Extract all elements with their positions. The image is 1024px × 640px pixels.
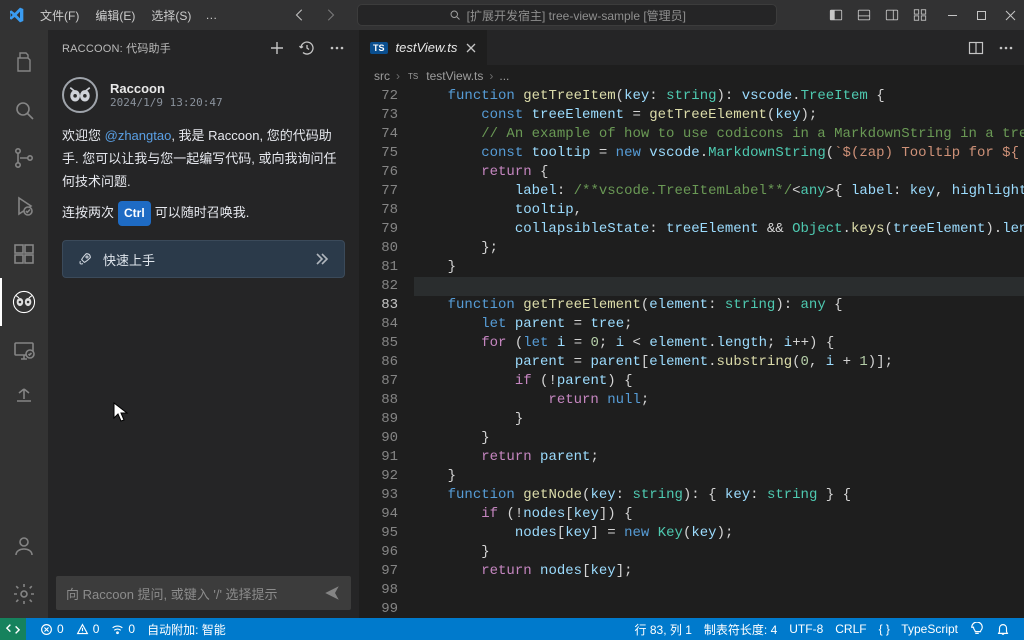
menu-more[interactable]: … [199,4,223,26]
status-lang[interactable]: { } TypeScript [873,621,964,638]
status-attach[interactable]: 自动附加: 智能 [141,621,232,638]
code-lines[interactable]: function getTreeItem(key: string): vscod… [414,87,1024,618]
chat-input[interactable]: 向 Raccoon 提问, 或键入 '/' 选择提示 [56,576,351,610]
sidebar-panel: RACCOON: 代码助手 Raccoon 2024/1/9 13:20:47 … [48,30,360,618]
sidebar-title: RACCOON: 代码助手 [62,40,171,56]
breadcrumb[interactable]: src › TS testView.ts › ... [360,65,1024,87]
layout-panel-icon[interactable] [857,8,871,22]
crumb-file[interactable]: testView.ts [426,69,483,83]
layout-customize-icon[interactable] [913,8,927,22]
kbd-ctrl: Ctrl [118,201,151,226]
command-center-text: [扩展开发宿主] tree-view-sample [管理员] [467,7,686,24]
status-bell-icon[interactable] [990,621,1016,638]
chevron-right-double-icon [314,252,330,266]
code-editor[interactable]: 7273747576777879808182838485868788899091… [360,87,1024,618]
sidebar-header: RACCOON: 代码助手 [48,30,359,65]
crumb-src[interactable]: src [374,69,390,83]
activity-search[interactable] [0,86,48,134]
status-feedback-icon[interactable] [964,621,990,638]
activity-remote[interactable] [0,326,48,374]
command-center[interactable]: [扩展开发宿主] tree-view-sample [管理员] [357,4,777,26]
activity-explorer[interactable] [0,38,48,86]
rocket-icon [77,251,93,267]
quick-start-card[interactable]: 快速上手 [62,240,345,278]
activity-account[interactable] [0,522,48,570]
new-chat-icon[interactable] [269,40,285,56]
close-icon[interactable] [1005,10,1016,21]
split-editor-icon[interactable] [968,40,984,56]
tab-close-icon[interactable] [465,42,477,54]
status-indent[interactable]: 制表符长度: 4 [698,621,783,638]
search-icon [449,9,461,21]
chat-input-area: 向 Raccoon 提问, 或键入 '/' 选择提示 [48,568,359,618]
more-icon[interactable] [329,40,345,56]
tab-label: testView.ts [396,40,458,55]
chat-placeholder: 向 Raccoon 提问, 或键入 '/' 选择提示 [66,584,278,603]
tab-testview[interactable]: TS testView.ts [360,30,488,65]
activity-bar [0,30,48,618]
send-icon[interactable] [323,584,341,602]
menu-file[interactable]: 文件(F) [32,3,87,28]
assistant-body: 欢迎您 @zhangtao, 我是 Raccoon, 您的代码助手. 您可以让我… [62,125,345,226]
minimize-icon[interactable] [947,10,958,21]
activity-extensions[interactable] [0,230,48,278]
layout-sidebar-right-icon[interactable] [885,8,899,22]
status-ports[interactable]: 0 [105,622,141,636]
activity-scm[interactable] [0,134,48,182]
quick-start-label: 快速上手 [103,250,155,269]
status-warnings[interactable]: 0 [70,622,106,636]
status-encoding[interactable]: UTF-8 [783,621,829,638]
assistant-name: Raccoon [110,81,223,96]
activity-raccoon[interactable] [0,278,48,326]
mention-user: @zhangtao [105,128,172,143]
activity-other[interactable] [0,374,48,422]
activity-debug[interactable] [0,182,48,230]
crumb-more[interactable]: ... [499,69,509,83]
title-bar: 文件(F) 编辑(E) 选择(S) … [扩展开发宿主] tree-view-s… [0,0,1024,30]
remote-indicator[interactable] [0,618,26,640]
layout-icons [829,8,927,22]
nav-arrows [293,8,337,22]
ts-file-icon: TS [370,42,388,54]
status-bar: 0 0 0 自动附加: 智能 行 83, 列 1 制表符长度: 4 UTF-8 … [0,618,1024,640]
nav-forward-icon[interactable] [323,8,337,22]
editor-tabs: TS testView.ts [360,30,1024,65]
menu-select[interactable]: 选择(S) [143,3,199,28]
status-errors[interactable]: 0 [34,622,70,636]
window-controls [947,10,1016,21]
status-eol[interactable]: CRLF [829,621,872,638]
line-gutter: 7273747576777879808182838485868788899091… [360,87,414,618]
ts-file-icon: TS [406,72,420,81]
menu-edit[interactable]: 编辑(E) [87,3,143,28]
assistant-message: Raccoon 2024/1/9 13:20:47 欢迎您 @zhangtao,… [48,65,359,290]
assistant-avatar-icon [62,77,98,113]
editor-group: TS testView.ts src › TS testView.ts › ..… [360,30,1024,618]
maximize-icon[interactable] [976,10,987,21]
vscode-logo-icon [8,7,24,23]
activity-settings[interactable] [0,570,48,618]
nav-back-icon[interactable] [293,8,307,22]
tab-more-icon[interactable] [998,40,1014,56]
history-icon[interactable] [299,40,315,56]
layout-sidebar-left-icon[interactable] [829,8,843,22]
assistant-date: 2024/1/9 13:20:47 [110,96,223,109]
workbench: RACCOON: 代码助手 Raccoon 2024/1/9 13:20:47 … [0,30,1024,618]
status-cursor[interactable]: 行 83, 列 1 [629,621,698,638]
